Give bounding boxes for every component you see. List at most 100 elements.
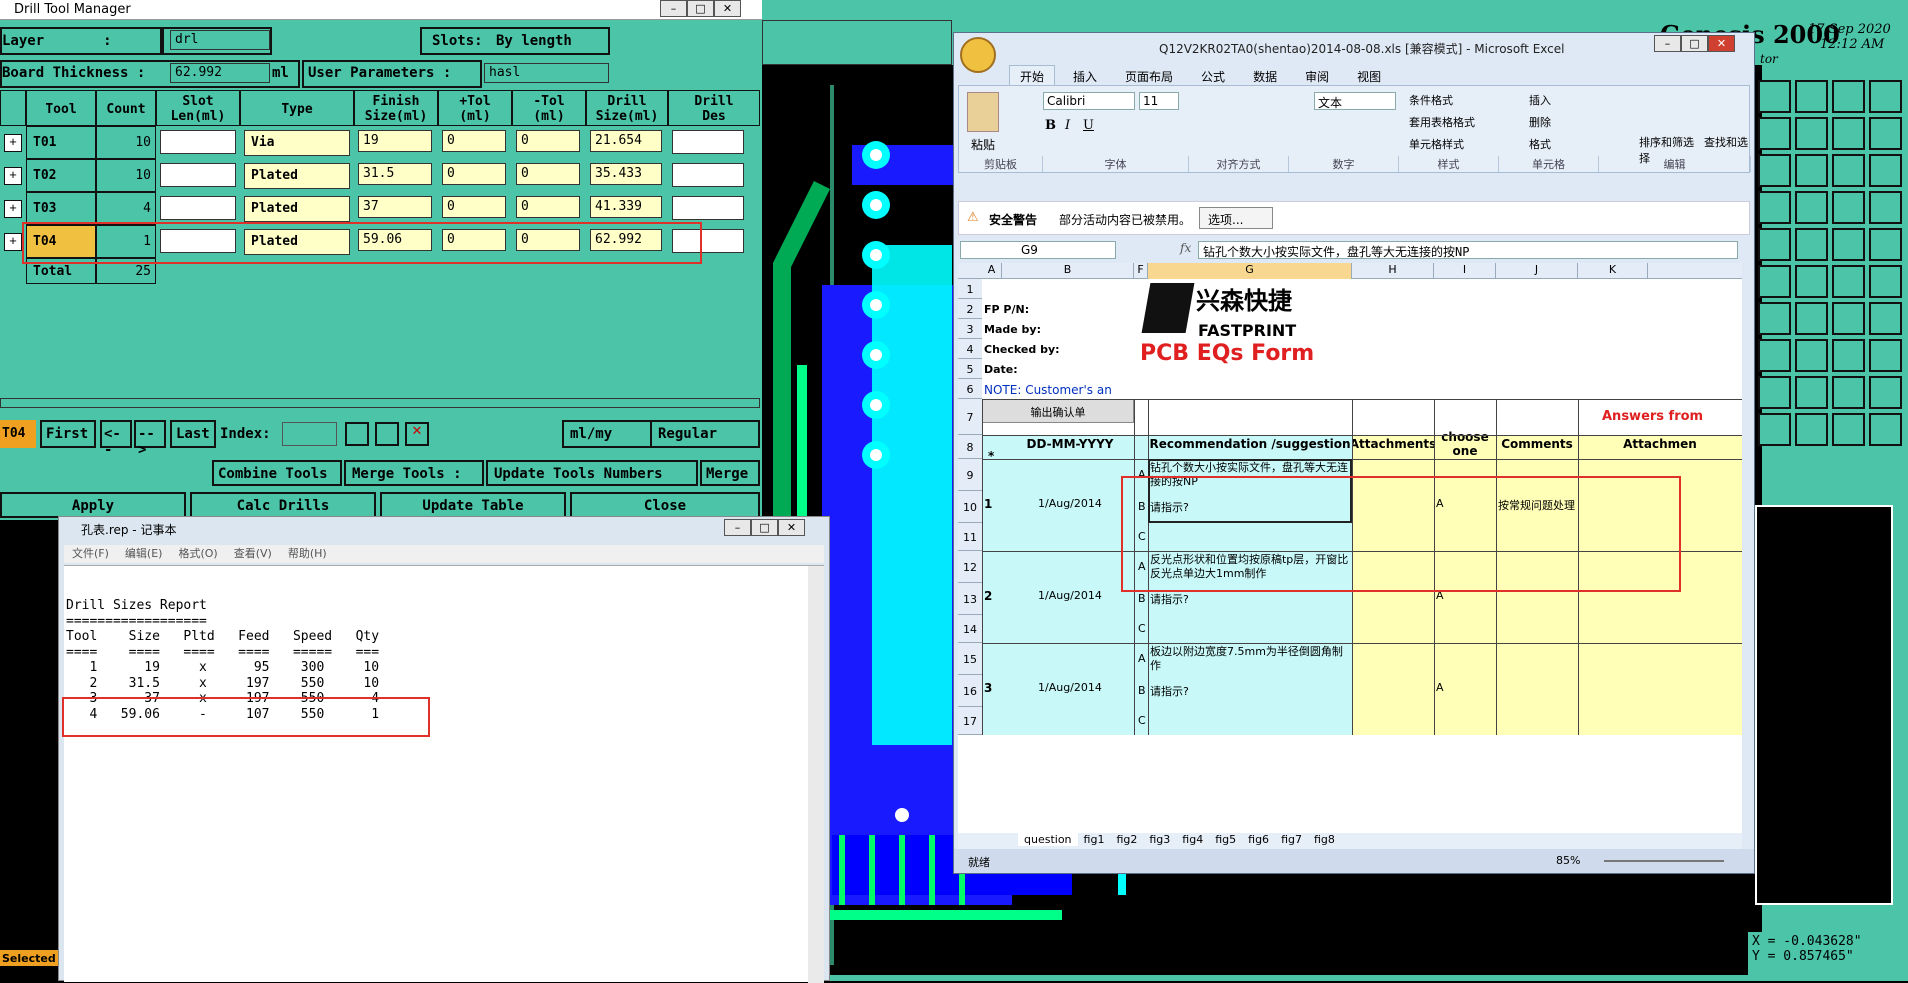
- menu-item[interactable]: 帮助(H): [288, 547, 327, 560]
- toolbar-icon[interactable]: [1869, 154, 1902, 187]
- ntol-input[interactable]: 0: [516, 196, 580, 218]
- toolbar-icon[interactable]: [1758, 154, 1791, 187]
- row-header[interactable]: 15: [958, 643, 982, 675]
- combine-tools-button[interactable]: Combine Tools: [212, 460, 342, 486]
- update-table-button[interactable]: Update Table: [380, 492, 566, 518]
- first-button[interactable]: First: [40, 420, 96, 448]
- toolbar-icon[interactable]: [1832, 413, 1865, 446]
- close-dialog-button[interactable]: Close: [570, 492, 760, 518]
- toolbar-icon[interactable]: [1758, 117, 1791, 150]
- toolbar-icon[interactable]: [1758, 376, 1791, 409]
- xl-close-button[interactable]: ✕: [1708, 35, 1735, 52]
- expand-row-button[interactable]: +: [4, 167, 22, 185]
- toolbar-icon[interactable]: [1758, 191, 1791, 224]
- toolbar-icon[interactable]: [1832, 154, 1865, 187]
- close-button[interactable]: ✕: [714, 0, 741, 17]
- finish-input[interactable]: 37: [358, 196, 432, 218]
- sheet-tab[interactable]: question: [1018, 833, 1078, 846]
- drill-input[interactable]: 41.339: [590, 196, 662, 218]
- column-header[interactable]: A: [982, 263, 1002, 279]
- zoom-slider[interactable]: [1604, 860, 1724, 862]
- toolbar-icon[interactable]: [1795, 376, 1828, 409]
- toolbar-icon[interactable]: [1795, 80, 1828, 113]
- row-header[interactable]: 5: [958, 359, 982, 379]
- column-header[interactable]: K: [1578, 263, 1648, 279]
- toolbar-icon[interactable]: [1832, 302, 1865, 335]
- toolbar-icon[interactable]: [1795, 228, 1828, 261]
- column-header[interactable]: I: [1434, 263, 1496, 279]
- layer-input[interactable]: drl: [170, 30, 270, 50]
- toolbar-icon[interactable]: [1758, 413, 1791, 446]
- paste-button[interactable]: [967, 92, 999, 132]
- column-header[interactable]: J: [1496, 263, 1578, 279]
- sheet-tab[interactable]: fig8: [1308, 833, 1341, 846]
- ptol-input[interactable]: 0: [442, 163, 506, 185]
- sheet-tab[interactable]: fig5: [1209, 833, 1242, 846]
- row-header[interactable]: 10: [958, 491, 982, 523]
- edit-menu-item[interactable]: 排序和筛选: [1639, 136, 1694, 149]
- sheet-tab[interactable]: fig7: [1275, 833, 1308, 846]
- row-header[interactable]: 11: [958, 523, 982, 551]
- options-button[interactable]: 选项...: [1199, 207, 1273, 229]
- slot-len-input[interactable]: [160, 196, 236, 220]
- row-header[interactable]: 8: [958, 435, 982, 459]
- update-tools-numbers-dropdown[interactable]: Update Tools Numbers: [486, 460, 698, 486]
- ribbon-tab[interactable]: 视图: [1347, 66, 1391, 87]
- column-header[interactable]: B: [1002, 263, 1134, 279]
- toolbar-icon[interactable]: [1795, 265, 1828, 298]
- sheet-tab[interactable]: fig1: [1078, 833, 1111, 846]
- finish-input[interactable]: 31.5: [358, 163, 432, 185]
- column-header[interactable]: F: [1134, 263, 1148, 279]
- drill-des-input[interactable]: [672, 130, 744, 154]
- index-icon-2[interactable]: [375, 422, 399, 446]
- toolbar-icon[interactable]: [1869, 228, 1902, 261]
- sheet-tab[interactable]: fig2: [1110, 833, 1143, 846]
- thick-input[interactable]: 62.992: [170, 63, 270, 83]
- np-minimize-button[interactable]: –: [724, 519, 751, 536]
- row-header[interactable]: 2: [958, 299, 982, 319]
- row-header[interactable]: 17: [958, 707, 982, 735]
- next-button[interactable]: -->: [134, 420, 166, 458]
- menu-item[interactable]: 编辑(E): [125, 547, 163, 560]
- toolbar-icon[interactable]: [1758, 302, 1791, 335]
- toolbar-icon[interactable]: [1832, 265, 1865, 298]
- xl-maximize-button[interactable]: □: [1681, 35, 1708, 52]
- toolbar-icon[interactable]: [1869, 117, 1902, 150]
- xl-minimize-button[interactable]: –: [1654, 35, 1681, 52]
- ntol-input[interactable]: 0: [516, 130, 580, 152]
- menu-item[interactable]: 文件(F): [72, 547, 109, 560]
- np-close-button[interactable]: ✕: [778, 519, 805, 536]
- cell-menu-item[interactable]: 插入: [1529, 90, 1551, 112]
- column-header[interactable]: G: [1148, 263, 1352, 279]
- toolbar-icon[interactable]: [1869, 265, 1902, 298]
- genesis-mini-window[interactable]: [1755, 505, 1893, 905]
- notepad-vscrollbar[interactable]: [808, 566, 824, 983]
- slot-len-input[interactable]: [160, 130, 236, 154]
- toolbar-icon[interactable]: [1795, 302, 1828, 335]
- style-menu-item[interactable]: 套用表格格式: [1409, 112, 1475, 134]
- maximize-button[interactable]: □: [687, 0, 714, 17]
- toolbar-icon[interactable]: [1795, 339, 1828, 372]
- user-params-input[interactable]: hasl: [484, 63, 609, 83]
- ribbon-tab[interactable]: 插入: [1063, 66, 1107, 87]
- row-header[interactable]: 14: [958, 615, 982, 643]
- sheet-tab[interactable]: fig3: [1143, 833, 1176, 846]
- menu-item[interactable]: 格式(O): [178, 547, 217, 560]
- row-header[interactable]: 7: [958, 399, 982, 435]
- toolbar-icon[interactable]: [1758, 80, 1791, 113]
- toolbar-icon[interactable]: [1832, 80, 1865, 113]
- column-header[interactable]: H: [1352, 263, 1434, 279]
- style-menu-item[interactable]: 条件格式: [1409, 90, 1475, 112]
- bold-button[interactable]: B: [1045, 118, 1056, 133]
- notepad-text-area[interactable]: Drill Sizes Report ================== To…: [64, 565, 824, 983]
- toolbar-icon[interactable]: [1869, 302, 1902, 335]
- number-format-dropdown[interactable]: 文本: [1314, 92, 1396, 110]
- index-icon-1[interactable]: [345, 422, 369, 446]
- cell-menu-item[interactable]: 格式: [1529, 134, 1551, 156]
- toolbar-icon[interactable]: [1795, 154, 1828, 187]
- minimize-button[interactable]: –: [660, 0, 687, 17]
- row-header[interactable]: 16: [958, 675, 982, 707]
- font-size-dropdown[interactable]: 11: [1139, 92, 1179, 110]
- drill-input[interactable]: 35.433: [590, 163, 662, 185]
- h-scrollbar[interactable]: [0, 398, 760, 408]
